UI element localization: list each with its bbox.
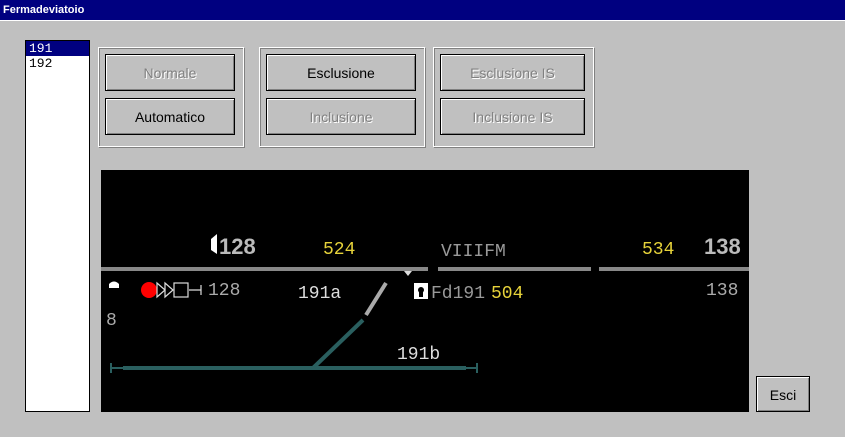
number-534: 534	[642, 240, 674, 260]
label-191b: 191b	[397, 345, 440, 365]
inclusione-is-button[interactable]: Inclusione IS	[440, 98, 585, 135]
esclusione-is-button[interactable]: Esclusione IS	[440, 54, 585, 91]
signal-label-left: 128	[219, 234, 256, 259]
small-shed-icon	[109, 281, 119, 288]
signal-box-icon	[173, 282, 189, 298]
track-segment-right	[599, 267, 749, 271]
track-segment-left	[101, 267, 428, 271]
inclusione-button[interactable]: Inclusione	[266, 98, 416, 135]
track-diagram: 128 524 VIIIFM 534 138 128 191a 8 Fd191 …	[101, 170, 749, 412]
signal-stem-icon	[189, 285, 202, 295]
number-8: 8	[106, 311, 117, 331]
switch-list[interactable]: 191 192	[25, 40, 90, 412]
number-524: 524	[323, 240, 355, 260]
number-504: 504	[491, 284, 523, 304]
signal-label-right: 138	[704, 234, 741, 259]
signal-arrows-icon	[156, 281, 174, 299]
signal-row-128: 128	[208, 281, 240, 301]
switch-diagonal	[311, 318, 365, 370]
label-191a: 191a	[298, 284, 341, 304]
esci-button[interactable]: Esci	[756, 376, 810, 412]
list-item-192[interactable]: 192	[26, 56, 89, 71]
signal-row-138: 138	[706, 281, 738, 301]
label-fd191: Fd191	[431, 284, 485, 304]
label-viiifm: VIIIFM	[441, 242, 506, 262]
automatico-button[interactable]: Automatico	[105, 98, 235, 135]
switch-marker-icon	[404, 271, 412, 276]
red-signal-light-icon	[141, 282, 157, 298]
list-item-191[interactable]: 191	[26, 41, 89, 56]
normale-button[interactable]: Normale	[105, 54, 235, 91]
window-title: Fermadeviatoio	[0, 0, 845, 20]
esclusione-button[interactable]: Esclusione	[266, 54, 416, 91]
track-segment-mid	[438, 267, 591, 271]
switch-blade-upper	[364, 281, 388, 317]
signal-head-left-icon	[211, 234, 217, 254]
